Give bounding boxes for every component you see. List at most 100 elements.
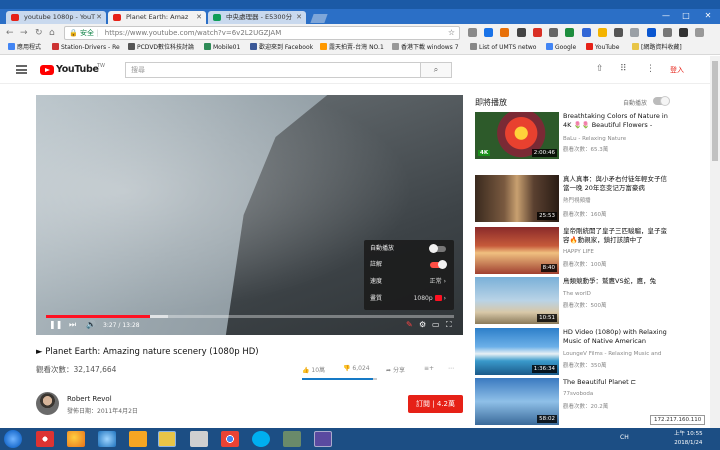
recommendation-item[interactable]: 4K 2:00:46 Breathtaking Colors of Nature… [475,112,675,162]
recommendation-title[interactable]: Breathtaking Colors of Nature in 4K 🌷🌷 B… [563,112,673,130]
extension-icon[interactable] [500,28,510,37]
bookmark-item[interactable]: 歡迎來到 Facebook [250,42,313,54]
video-thumbnail[interactable]: 25:53 [475,175,559,222]
annotations-toggle[interactable] [430,260,447,269]
extension-icon[interactable] [662,28,672,37]
extension-icon[interactable] [581,28,591,37]
annotations-icon[interactable]: ✎ [406,320,413,329]
close-window-button[interactable]: ✕ [698,11,718,20]
bookmark-apps[interactable]: 應用程式 [8,42,41,54]
recommendation-title[interactable]: HD Video (1080p) with Relaxing Music of … [563,328,673,346]
extension-icon[interactable] [597,28,607,37]
signin-link[interactable]: 登入 [670,65,684,75]
bookmark-item[interactable]: Station-Drivers - Re [52,42,120,54]
like-button[interactable]: 👍 10萬 [302,365,325,374]
bookmark-item[interactable]: 露天拍賣-台灣 NO.1 [320,42,384,54]
app-grid-icon[interactable] [190,431,208,447]
search-button[interactable]: ⌕ [421,62,452,78]
extension-icon[interactable] [630,28,640,37]
avatar[interactable] [36,392,59,415]
home-icon[interactable]: ⌂ [49,28,55,38]
media-player-icon[interactable] [129,431,147,447]
quality-setting[interactable]: 畫質 1080p › [370,293,450,305]
opera-icon[interactable] [36,431,54,447]
maximize-button[interactable]: □ [676,11,696,20]
bookmark-item[interactable]: PCDVD數位科技討論 [128,42,194,54]
extension-icon[interactable] [646,28,656,37]
recommendation-item[interactable]: 8:40 皇帝剛統開了皇子三匹駿騮，皇子蛮容🔥動親家，鎮打該讀中了 HAPPY … [475,227,675,277]
autoplay-setting[interactable]: 自動播放 [370,243,450,255]
video-thumbnail[interactable]: 58:02 [475,378,559,425]
extension-icon[interactable] [484,28,494,37]
search-input[interactable]: 搜尋 [125,62,421,78]
autoplay-toggle[interactable] [429,244,446,253]
video-thumbnail[interactable]: 10:51 [475,277,559,324]
menu-icon[interactable] [16,65,27,74]
recommendation-item[interactable]: 1:36:34 HD Video (1080p) with Relaxing M… [475,328,675,378]
bookmark-item[interactable]: Mobile01 [204,42,240,54]
extension-icon[interactable] [468,28,477,37]
theater-mode-icon[interactable]: ▭ [432,320,440,329]
close-icon[interactable]: ✕ [96,11,102,24]
extension-icon[interactable] [679,28,689,37]
extension-icon[interactable] [532,28,542,37]
video-thumbnail[interactable]: 4K 2:00:46 [475,112,559,159]
address-bar[interactable]: 🔒 安全 | https://www.youtube.com/watch?v=6… [64,26,460,40]
volume-icon[interactable]: 🔊 [86,320,96,329]
dislike-button[interactable]: 👎 6,024 [343,365,370,372]
start-button[interactable] [4,430,22,448]
firefox-icon[interactable] [67,431,85,447]
app-icon[interactable] [314,431,332,447]
language-indicator[interactable]: CH [620,434,629,441]
next-icon[interactable]: ⏭ [69,320,76,330]
menu-icon[interactable] [695,28,705,37]
chrome-icon[interactable] [221,431,239,447]
more-options-icon[interactable]: ⋮ [646,64,655,74]
recommendation-title[interactable]: 鳥類競動爭：鷲鷹VS蛇，鷹，兔 [563,277,673,286]
bookmark-item[interactable]: List of UMTS netwo [470,42,536,54]
browser-tab[interactable]: 中央處理器 - E5300分 ✕ [208,11,306,24]
bookmark-item[interactable]: YouTube [586,42,619,54]
seek-bar[interactable] [46,315,454,318]
star-icon[interactable]: ☆ [448,27,455,39]
video-thumbnail[interactable]: 1:36:34 [475,328,559,375]
bookmark-item[interactable]: Google [546,42,576,54]
extension-icon[interactable] [614,28,624,37]
settings-gear-icon[interactable]: ⚙ [419,320,426,329]
upload-icon[interactable]: ⇧ [596,64,604,74]
channel-name[interactable]: Robert Revol [67,395,112,403]
recommendation-title[interactable]: 皇帝剛統開了皇子三匹駿騮，皇子蛮容🔥動親家，鎮打該讀中了 [563,227,673,245]
recommendation-title[interactable]: The Beautiful Planet ⊏ [563,378,673,387]
extension-icon[interactable] [516,28,526,37]
recommendation-item[interactable]: 10:51 鳥類競動爭：鷲鷹VS蛇，鷹，兔 The worlD 觀看次數：500… [475,277,675,327]
recommendation-item[interactable]: 58:02 The Beautiful Planet ⊏ 77svoboda 觀… [475,378,675,428]
minimize-button[interactable]: — [656,11,676,20]
file-explorer-icon[interactable] [158,431,176,447]
ie-icon[interactable] [98,431,116,447]
reload-icon[interactable]: ↻ [35,28,43,38]
system-clock[interactable]: 上午 10:55 2018/1/24 [674,430,703,448]
browser-tab[interactable]: youtube 1080p - YouT ✕ [6,11,106,24]
share-button[interactable]: ➦ 分享 [386,365,405,374]
autoplay-toggle[interactable] [653,96,670,106]
speed-setting[interactable]: 速度 正常 › [370,276,450,288]
video-thumbnail[interactable]: 8:40 [475,227,559,274]
skype-icon[interactable] [252,431,270,447]
recommendation-title[interactable]: 真人真事：與小矛右付徒年輕女子信當一晚 20年恋变记万富豪病 [563,175,673,193]
recommendation-item[interactable]: 25:53 真人真事：與小矛右付徒年輕女子信當一晚 20年恋变记万富豪病 熱門視… [475,175,675,225]
fullscreen-icon[interactable]: ⛶ [446,320,452,330]
annotations-setting[interactable]: 註解 [370,259,450,271]
subscribe-button[interactable]: 訂閱 | 4.2萬 [408,395,463,413]
extension-icon[interactable] [549,28,559,37]
extension-icon[interactable] [565,28,575,37]
close-icon[interactable]: ✕ [196,11,202,24]
pause-icon[interactable]: ❚❚ [49,320,62,329]
back-icon[interactable]: ← [6,28,14,38]
apps-grid-icon[interactable]: ⠿ [620,64,627,74]
page-scrollbar[interactable] [710,56,720,428]
new-tab-button[interactable] [310,14,328,23]
scroll-thumb[interactable] [712,61,718,161]
bookmark-item[interactable]: 香港下載 windows 7 [392,42,459,54]
forward-icon[interactable]: → [20,28,28,38]
browser-tab-active[interactable]: Planet Earth: Amaz ✕ [108,11,206,24]
